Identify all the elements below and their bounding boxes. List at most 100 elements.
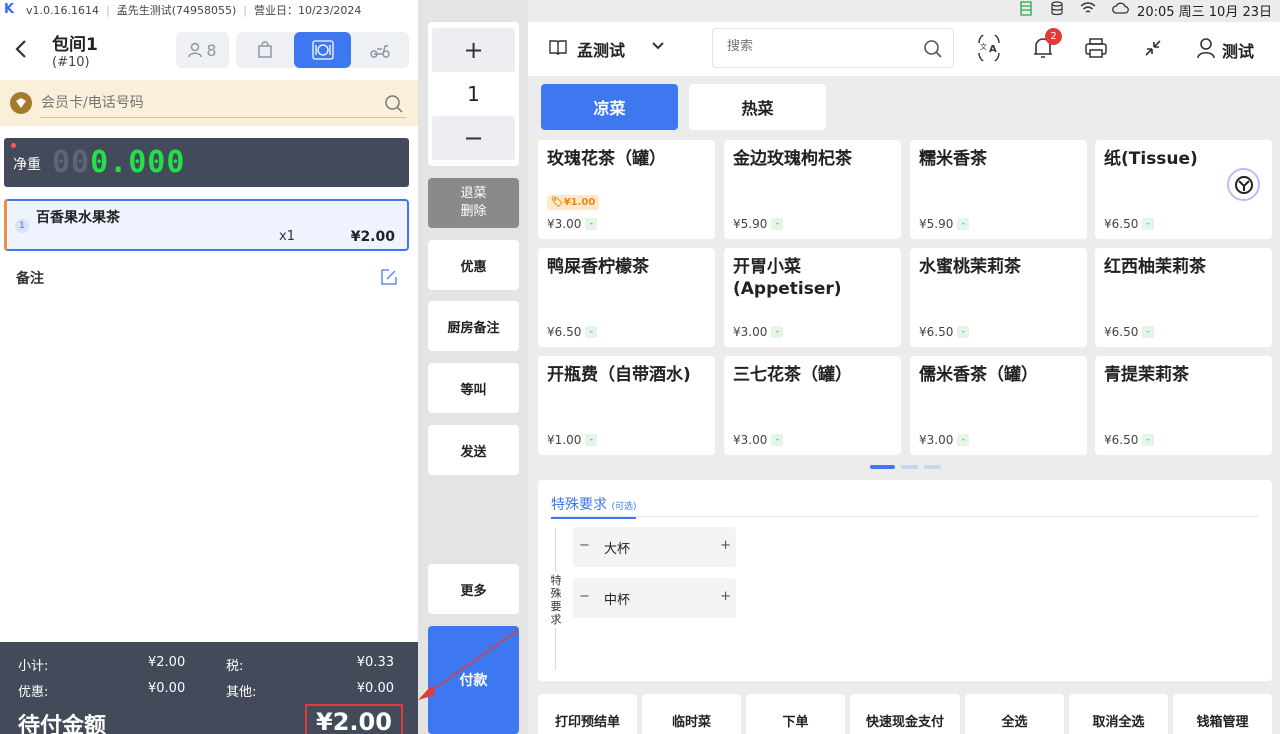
other-label: 其他: <box>226 685 257 700</box>
notification-badge: 2 <box>1045 28 1062 45</box>
place-order-button[interactable]: 下单 <box>746 694 845 734</box>
page-dot[interactable] <box>901 465 918 469</box>
page-dot[interactable] <box>924 465 941 469</box>
stock-chip: - <box>1142 326 1155 338</box>
stock-chip: - <box>771 434 784 446</box>
search-icon[interactable] <box>384 94 404 114</box>
dish-card[interactable]: 水蜜桃茉莉茶 ¥6.50- <box>910 248 1087 347</box>
dish-price: ¥6.50 <box>547 325 582 339</box>
order-line-item[interactable]: 1 百香果水果茶 x1 ¥2.00 <box>4 199 409 251</box>
dish-card[interactable]: 玫瑰花茶（罐） 🏷¥1.00 ¥3.00- <box>538 140 715 239</box>
void-delete-button[interactable]: 退菜 删除 <box>428 178 519 228</box>
order-panel: K v1.0.16.1614 | 孟先生测试(74958055) | 营业日：1… <box>0 0 418 734</box>
user-name[interactable]: 测试 <box>1222 38 1254 62</box>
hold-button[interactable]: 等叫 <box>428 363 519 413</box>
notifications-button[interactable]: 2 <box>1029 28 1062 62</box>
table-header: 包间1 (#10) 8 <box>0 24 418 78</box>
member-bar <box>0 80 418 126</box>
dish-price: ¥6.50 <box>1104 325 1139 339</box>
more-button[interactable]: 更多 <box>428 564 519 614</box>
top-bar: 孟测试 A文 2 测试 <box>528 22 1280 76</box>
option-minus-button[interactable]: − <box>579 538 590 553</box>
amount-due-value: ¥2.00 <box>305 704 403 734</box>
dish-card[interactable]: 鸭屎香柠檬茶 ¥6.50- <box>538 248 715 347</box>
dine-in-mode-button[interactable] <box>293 32 352 68</box>
takeout-mode-button[interactable] <box>236 32 294 68</box>
subtotal-label: 小计: <box>18 659 49 674</box>
stock-chip: - <box>1142 434 1155 446</box>
dish-card[interactable]: 糯米香茶 ¥5.90- <box>910 140 1087 239</box>
dish-name: 开胃小菜(Appetiser) <box>733 257 842 299</box>
option-minus-button[interactable]: − <box>579 589 590 604</box>
category-tabs: 凉菜 热菜 <box>528 76 1280 136</box>
cash-drawer-button[interactable]: 钱箱管理 <box>1173 694 1272 734</box>
dish-discount-tag: 🏷¥1.00 <box>547 195 600 210</box>
person-icon <box>188 42 203 58</box>
guest-count-button[interactable]: 8 <box>176 32 229 68</box>
app-logo-icon: K <box>4 2 15 17</box>
page-indicator[interactable] <box>870 465 941 469</box>
wifi-icon <box>1080 2 1096 13</box>
quantity-plus-button[interactable]: + <box>432 28 515 72</box>
kitchen-note-button[interactable]: 厨房备注 <box>428 301 519 351</box>
option-plus-button[interactable]: + <box>720 538 731 553</box>
back-button[interactable] <box>14 38 36 64</box>
collapse-button[interactable] <box>1139 34 1167 62</box>
member-search-input[interactable] <box>40 88 406 118</box>
printer-button[interactable] <box>1082 34 1110 62</box>
scale-display: 净重 000.000 <box>4 138 409 187</box>
book-icon <box>549 40 567 56</box>
quick-cash-pay-button[interactable]: 快速现金支付 <box>850 694 960 734</box>
guest-count: 8 <box>206 40 217 60</box>
dish-card[interactable]: 三七花茶（罐） ¥3.00- <box>724 356 901 455</box>
totals-panel: 小计: ¥2.00 税: ¥0.33 优惠: ¥0.00 其他: ¥0.00 待… <box>0 642 418 734</box>
temporary-dish-button[interactable]: 临时菜 <box>642 694 741 734</box>
svg-text:文: 文 <box>980 42 987 51</box>
dish-card[interactable]: 纸(Tissue) ¥6.50- <box>1095 140 1272 239</box>
dish-card[interactable]: 儒米香茶（罐） ¥3.00- <box>910 356 1087 455</box>
language-button[interactable]: A文 <box>975 34 1003 62</box>
dish-card[interactable]: 开瓶费（自带酒水) ¥1.00- <box>538 356 715 455</box>
discount-button[interactable]: 优惠 <box>428 240 519 290</box>
delivery-mode-button[interactable] <box>351 32 409 68</box>
edit-icon[interactable] <box>380 268 398 286</box>
option-medium-cup[interactable]: − 中杯 + <box>573 578 736 618</box>
send-button[interactable]: 发送 <box>428 425 519 475</box>
clock: 20:05 周三 10月 23日 <box>1137 5 1272 20</box>
menu-panel: 20:05 周三 10月 23日 孟测试 A文 2 测试 凉菜 热菜 <box>528 0 1280 734</box>
page-dot-active[interactable] <box>870 465 895 469</box>
dish-card[interactable]: 青提茉莉茶 ¥6.50- <box>1095 356 1272 455</box>
note-row[interactable]: 备注 <box>0 262 418 292</box>
deselect-all-button[interactable]: 取消全选 <box>1069 694 1168 734</box>
collapse-icon <box>1145 40 1161 56</box>
brand-logo-icon <box>1227 168 1260 201</box>
store-name[interactable]: 孟测试 <box>577 37 625 61</box>
category-tab-hot[interactable]: 热菜 <box>689 84 826 130</box>
print-prebill-button[interactable]: 打印预结单 <box>538 694 637 734</box>
tax-label: 税: <box>226 659 244 674</box>
option-name: 中杯 <box>604 593 631 608</box>
option-plus-button[interactable]: + <box>720 589 731 604</box>
dish-card[interactable]: 开胃小菜(Appetiser) ¥3.00- <box>724 248 901 347</box>
search-icon[interactable] <box>923 39 943 59</box>
dish-name: 金边玫瑰枸杞茶 <box>733 149 852 169</box>
other-value: ¥0.00 <box>356 681 394 696</box>
dish-card[interactable]: 红西柚茉莉茶 ¥6.50- <box>1095 248 1272 347</box>
stock-chip: - <box>1142 218 1155 230</box>
dish-card[interactable]: 金边玫瑰枸杞茶 ¥5.90- <box>724 140 901 239</box>
dish-name: 青提茉莉茶 <box>1104 365 1189 385</box>
quantity-minus-button[interactable]: − <box>432 116 515 160</box>
chevron-down-icon[interactable] <box>651 39 665 53</box>
discount-label: 优惠: <box>18 685 49 700</box>
translate-icon: A文 <box>978 35 1000 61</box>
store-account: 孟先生测试(74958055) <box>116 4 237 17</box>
service-mode-group <box>236 32 409 68</box>
scale-label: 净重 <box>13 157 41 173</box>
dish-price: ¥6.50 <box>1104 433 1139 447</box>
option-large-cup[interactable]: − 大杯 + <box>573 527 736 567</box>
menu-search-input[interactable] <box>727 39 917 54</box>
discount-value: ¥0.00 <box>148 681 186 696</box>
select-all-button[interactable]: 全选 <box>965 694 1064 734</box>
user-button[interactable] <box>1192 34 1220 62</box>
category-tab-cold[interactable]: 凉菜 <box>541 84 678 130</box>
